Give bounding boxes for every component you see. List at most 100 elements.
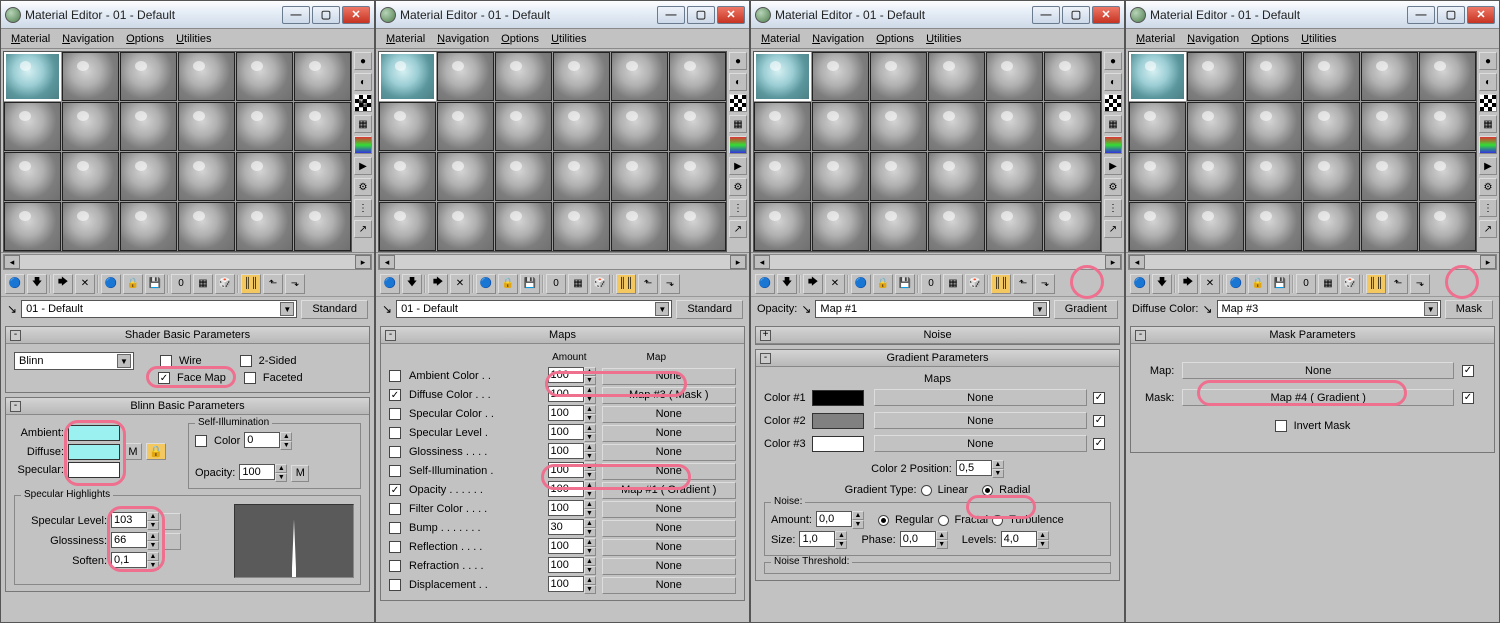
put-to-scene-icon[interactable]: 🡇 — [27, 274, 47, 294]
sample-slot[interactable] — [754, 202, 811, 251]
pick-icon[interactable]: ↘ — [382, 302, 392, 316]
sample-slot[interactable] — [236, 202, 293, 251]
wire-checkbox[interactable] — [160, 355, 172, 367]
sample-slot[interactable] — [928, 152, 985, 201]
invert-mask-checkbox[interactable] — [1275, 420, 1287, 432]
lock-icon[interactable]: 🔒 — [146, 443, 166, 460]
sample-slot[interactable] — [928, 102, 985, 151]
navigator-icon[interactable]: ↗ — [1479, 220, 1497, 238]
preview-icon[interactable]: ▶ — [1104, 157, 1122, 175]
make-unique-icon[interactable]: 🔒 — [123, 274, 143, 294]
minimize-button[interactable]: — — [657, 6, 685, 24]
specular-swatch[interactable] — [68, 462, 120, 478]
sample-type-icon[interactable]: ● — [354, 52, 372, 70]
sample-slot[interactable] — [437, 202, 494, 251]
chevron-down-icon[interactable]: ▼ — [117, 354, 131, 368]
sample-slot[interactable] — [986, 52, 1043, 101]
spin-up-icon[interactable]: ▲ — [584, 405, 596, 414]
scroll-right-icon[interactable]: ▸ — [730, 255, 746, 269]
scroll-left-icon[interactable]: ◂ — [4, 255, 20, 269]
sample-slot[interactable] — [1044, 102, 1101, 151]
map-row-button[interactable]: None — [602, 577, 737, 594]
reset-icon[interactable]: ✕ — [450, 274, 470, 294]
sample-grid[interactable] — [3, 51, 352, 252]
sample-slot[interactable] — [1303, 202, 1360, 251]
chevron-down-icon[interactable]: ▼ — [280, 302, 294, 316]
spin-down-icon[interactable]: ▼ — [1037, 540, 1049, 549]
show-map-icon[interactable]: ▦ — [1318, 274, 1338, 294]
sample-slot[interactable] — [1187, 202, 1244, 251]
menu-options[interactable]: Options — [1247, 31, 1293, 47]
spin-up-icon[interactable]: ▲ — [147, 552, 159, 561]
map-row-button[interactable]: None — [602, 425, 737, 442]
sample-slot[interactable] — [62, 52, 119, 101]
map-row-checkbox[interactable] — [389, 541, 401, 553]
map-row-amount-spinner[interactable]: ▲▼ — [548, 557, 598, 575]
show-end-icon[interactable]: 🎲 — [965, 274, 985, 294]
navigator-icon[interactable]: ↗ — [1104, 220, 1122, 238]
go-fwd-icon[interactable]: ⬎ — [285, 274, 305, 294]
sample-slot[interactable] — [870, 52, 927, 101]
noise-amount-value[interactable] — [816, 511, 852, 527]
diffuse-swatch[interactable] — [68, 444, 120, 460]
rollout-area[interactable]: -Shader Basic Parameters Blinn▼ Wire 2-S… — [1, 321, 374, 622]
sample-slot[interactable] — [236, 52, 293, 101]
mat-effects-icon[interactable]: 0 — [171, 274, 191, 294]
sample-slot[interactable] — [754, 152, 811, 201]
sample-slot[interactable] — [4, 102, 61, 151]
color3-map-button[interactable]: None — [874, 435, 1087, 452]
show-map-icon[interactable]: ▦ — [568, 274, 588, 294]
scroll-left-icon[interactable]: ◂ — [754, 255, 770, 269]
sample-slot[interactable] — [1129, 152, 1186, 201]
reset-icon[interactable]: ✕ — [1200, 274, 1220, 294]
spin-up-icon[interactable]: ▲ — [584, 576, 596, 585]
spec-level-map-button[interactable] — [163, 513, 181, 530]
sample-slot[interactable] — [611, 202, 668, 251]
sample-slot[interactable] — [1303, 152, 1360, 201]
spin-up-icon[interactable]: ▲ — [584, 367, 596, 376]
colorcheck-icon[interactable] — [354, 136, 372, 154]
self-illum-color-checkbox[interactable] — [195, 435, 207, 447]
map-row-amount-spinner[interactable]: ▲▼ — [548, 462, 598, 480]
spin-down-icon[interactable]: ▼ — [584, 433, 596, 442]
go-to-parent-icon[interactable]: ║║ — [991, 274, 1011, 294]
sample-slot[interactable] — [611, 52, 668, 101]
sample-slot[interactable] — [379, 152, 436, 201]
sample-slot[interactable] — [669, 202, 726, 251]
shader-dropdown[interactable]: Blinn▼ — [14, 352, 134, 370]
color3-enable-checkbox[interactable] — [1093, 438, 1105, 450]
close-button[interactable]: ✕ — [342, 6, 370, 24]
spin-down-icon[interactable]: ▼ — [584, 376, 596, 385]
put-to-scene-icon[interactable]: 🡇 — [1152, 274, 1172, 294]
titlebar[interactable]: Material Editor - 01 - Default—▢✕ — [1126, 1, 1499, 29]
map-row-amount-spinner[interactable]: ▲▼ — [548, 424, 598, 442]
noise-levels-value[interactable] — [1001, 531, 1037, 547]
go-fwd-icon[interactable]: ⬎ — [1410, 274, 1430, 294]
get-material-icon[interactable]: 🔵 — [1130, 274, 1150, 294]
reset-icon[interactable]: ✕ — [825, 274, 845, 294]
spin-up-icon[interactable]: ▲ — [584, 538, 596, 547]
map-row-button[interactable]: None — [602, 520, 737, 537]
sample-slot[interactable] — [1129, 102, 1186, 151]
mat-effects-icon[interactable]: 0 — [921, 274, 941, 294]
map-type-button[interactable]: Mask — [1445, 300, 1493, 319]
put-library-icon[interactable]: 💾 — [1270, 274, 1290, 294]
spin-down-icon[interactable]: ▼ — [147, 541, 159, 550]
map-row-button[interactable]: None — [602, 463, 737, 480]
spec-level-spinner[interactable]: ▲▼ — [111, 512, 159, 530]
sample-slot[interactable] — [495, 52, 552, 101]
sample-slot[interactable] — [178, 52, 235, 101]
spin-down-icon[interactable]: ▼ — [584, 528, 596, 537]
map-row-button[interactable]: None — [602, 558, 737, 575]
map-row-checkbox[interactable] — [389, 484, 401, 496]
options-icon[interactable]: ⚙ — [354, 178, 372, 196]
sample-slot[interactable] — [1419, 202, 1476, 251]
spin-up-icon[interactable]: ▲ — [852, 511, 864, 520]
rollout-header[interactable]: -Mask Parameters — [1131, 327, 1494, 344]
spin-down-icon[interactable]: ▼ — [852, 520, 864, 529]
spin-down-icon[interactable]: ▼ — [584, 509, 596, 518]
sample-slot[interactable] — [870, 102, 927, 151]
gloss-map-button[interactable] — [163, 533, 181, 550]
get-material-icon[interactable]: 🔵 — [5, 274, 25, 294]
chevron-down-icon[interactable]: ▼ — [655, 302, 669, 316]
